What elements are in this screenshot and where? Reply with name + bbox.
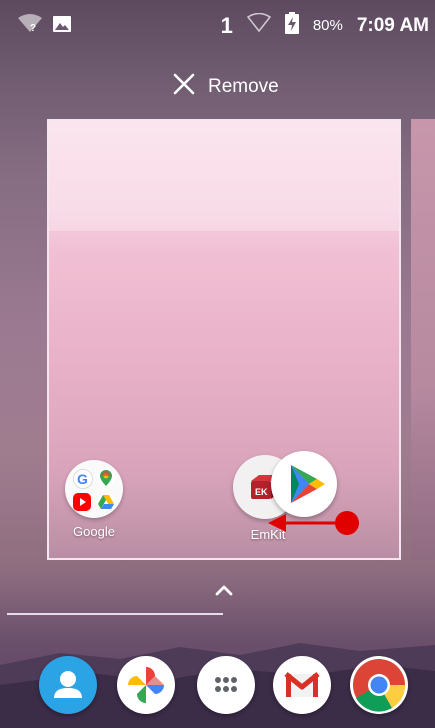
- status-bar: ? 1 80% 7:09 AM: [0, 0, 435, 52]
- close-icon: [172, 72, 196, 101]
- google-folder-icon: G: [65, 460, 123, 518]
- dock: [0, 640, 435, 728]
- google-folder-label: Google: [73, 524, 115, 539]
- contacts-icon[interactable]: [39, 656, 97, 714]
- workspace-top-band: [49, 121, 399, 231]
- all-apps-chevron-icon[interactable]: [212, 582, 236, 603]
- clock: 7:09 AM: [356, 14, 429, 36]
- home-workspace-preview[interactable]: G Google EK EmKit: [47, 119, 401, 560]
- photos-icon[interactable]: [117, 656, 175, 714]
- wifi-unknown-icon: ?: [18, 14, 42, 39]
- svg-text:?: ?: [30, 23, 36, 34]
- app-drawer-icon[interactable]: [197, 656, 255, 714]
- gmail-icon[interactable]: [273, 656, 331, 714]
- remove-drop-target[interactable]: Remove: [172, 72, 279, 101]
- next-workspace-preview[interactable]: [411, 119, 435, 560]
- signal-icon: [246, 12, 271, 38]
- chrome-icon[interactable]: [350, 656, 408, 714]
- drag-annotation-arrow: [268, 511, 359, 535]
- image-notification-icon: [52, 15, 72, 38]
- sim-slot-label: 1: [220, 12, 233, 38]
- svg-text:G: G: [77, 471, 88, 487]
- remove-label: Remove: [208, 75, 279, 97]
- google-folder[interactable]: G Google: [49, 460, 139, 539]
- svg-text:EK: EK: [255, 487, 268, 497]
- battery-charging-icon: [284, 12, 299, 39]
- page-indicator-line: [7, 613, 223, 615]
- battery-percent: 80%: [312, 17, 343, 34]
